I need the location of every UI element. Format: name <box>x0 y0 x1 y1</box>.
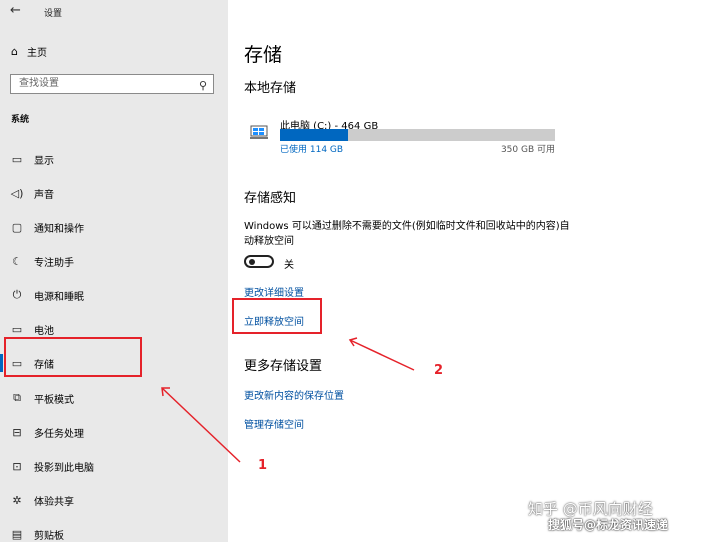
annotation-marker-2: 2 <box>434 363 444 378</box>
watermark-sohu: 搜狐号@标龙资讯速递 <box>548 518 669 532</box>
arrow-1-line <box>161 387 241 463</box>
arrow-2-line <box>349 339 415 371</box>
annotation-arrows <box>161 337 415 463</box>
annotation-marker-1: 1 <box>258 458 268 473</box>
